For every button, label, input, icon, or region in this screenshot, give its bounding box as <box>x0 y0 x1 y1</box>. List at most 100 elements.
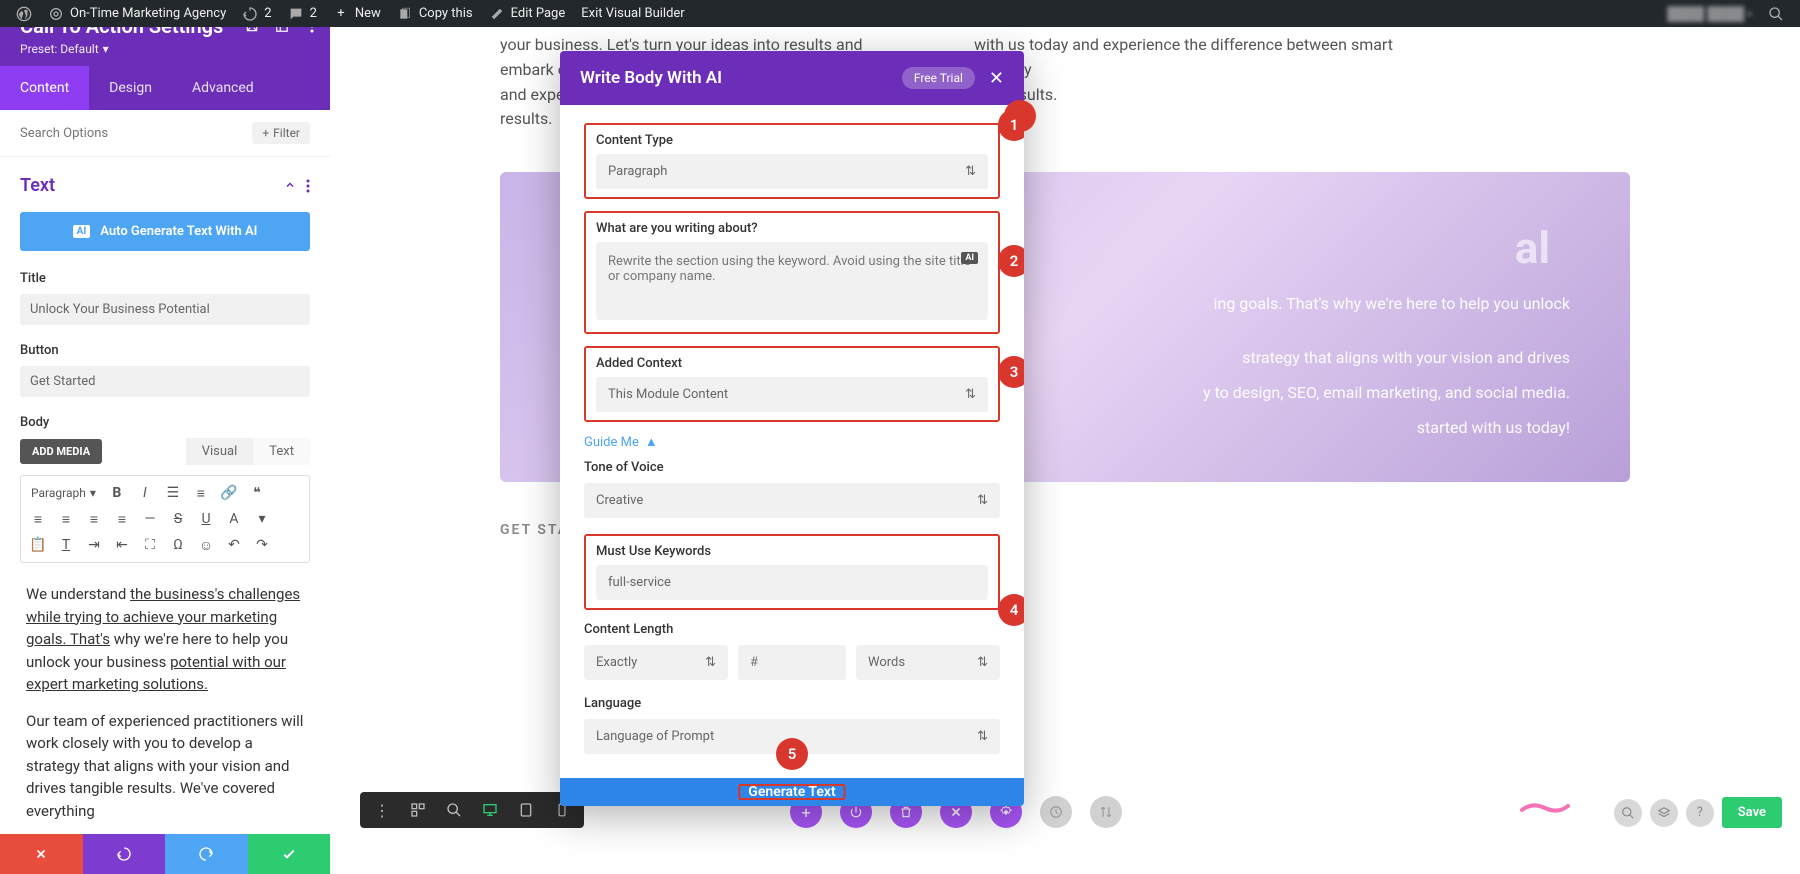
content-type-label: Content Type <box>596 133 988 148</box>
section-title: Text <box>20 175 55 196</box>
search-input[interactable] <box>20 126 252 141</box>
preset-selector[interactable]: Preset: Default▾ <box>20 42 310 56</box>
page-save-button[interactable]: Save <box>1722 797 1782 828</box>
free-trial-button[interactable]: Free Trial <box>902 67 975 89</box>
added-context-select[interactable]: This Module Content⇅ <box>596 377 988 412</box>
search-bar: +Filter <box>0 110 330 157</box>
annotation-badge-4: 4 <box>998 594 1024 626</box>
body-editor[interactable]: We understand the business's challenges … <box>20 573 310 834</box>
new-content[interactable]: +New <box>325 0 389 27</box>
quote-icon[interactable]: ❝ <box>246 482 268 504</box>
ul-icon[interactable]: ☰ <box>162 482 184 504</box>
redo-icon[interactable]: ↷ <box>251 534 273 556</box>
save-button[interactable] <box>248 834 331 874</box>
content-type-field: 1 Content Type Paragraph⇅ <box>584 123 1000 199</box>
user-profile[interactable]: ████ ████ ▪ <box>1659 0 1760 27</box>
align-justify-icon[interactable]: ≡ <box>111 508 133 530</box>
italic-icon[interactable]: I <box>134 482 156 504</box>
align-right-icon[interactable]: ≡ <box>83 508 105 530</box>
text-tab[interactable]: Text <box>253 438 310 465</box>
desktop-icon[interactable] <box>476 796 504 824</box>
ai-badge: AI <box>73 225 91 238</box>
sidebar-footer <box>0 834 330 874</box>
search-icon[interactable] <box>1760 0 1792 27</box>
align-center-icon[interactable]: ≡ <box>55 508 77 530</box>
tone-label: Tone of Voice <box>584 460 1000 475</box>
copy-this[interactable]: Copy this <box>389 0 481 27</box>
button-input[interactable] <box>20 366 310 397</box>
bold-icon[interactable]: B <box>106 482 128 504</box>
ai-chip-icon[interactable]: AI <box>961 252 978 264</box>
visual-tab[interactable]: Visual <box>186 438 254 465</box>
keywords-label: Must Use Keywords <box>596 544 988 559</box>
keywords-input[interactable] <box>596 565 988 600</box>
text-color-icon[interactable]: A <box>223 508 245 530</box>
bar-more-icon[interactable]: ⋮ <box>368 796 396 824</box>
length-number-input[interactable] <box>738 645 846 680</box>
length-label: Content Length <box>584 622 1000 637</box>
modal-close-icon[interactable]: ✕ <box>989 68 1004 89</box>
zoom-icon[interactable] <box>440 796 468 824</box>
indent-icon[interactable]: ⇥ <box>83 534 105 556</box>
tab-content[interactable]: Content <box>0 66 89 110</box>
collapse-icon[interactable] <box>284 179 296 193</box>
right-search-icon[interactable] <box>1614 799 1642 827</box>
add-media-button[interactable]: ADD MEDIA <box>20 439 102 464</box>
undo-button[interactable] <box>83 834 166 874</box>
guide-me-link[interactable]: Guide Me▲ <box>584 434 1000 450</box>
added-context-field: 3 Added Context This Module Content⇅ <box>584 346 1000 422</box>
tone-select[interactable]: Creative⇅ <box>584 483 1000 518</box>
discard-button[interactable] <box>0 834 83 874</box>
clear-icon[interactable]: T <box>55 534 77 556</box>
color-chevron-icon[interactable]: ▾ <box>251 508 273 530</box>
content-type-select[interactable]: Paragraph⇅ <box>596 154 988 189</box>
annotation-badge-1: 1 <box>998 109 1024 141</box>
site-name[interactable]: On-Time Marketing Agency <box>40 0 234 27</box>
annotation-badge-5: 5 <box>776 738 808 770</box>
history-button[interactable] <box>1040 796 1072 828</box>
modal-title: Write Body With AI <box>580 68 722 88</box>
device-preview-bar: ⋮ <box>360 792 584 828</box>
edit-page[interactable]: Edit Page <box>481 0 574 27</box>
writing-about-field: 2 What are you writing about? Rewrite th… <box>584 211 1000 334</box>
outdent-icon[interactable]: ⇤ <box>111 534 133 556</box>
swap-button[interactable] <box>1090 796 1122 828</box>
line-icon[interactable]: — <box>139 508 161 530</box>
generate-text-button[interactable]: Generate Text <box>560 778 1024 806</box>
length-unit-select[interactable]: Words⇅ <box>856 645 1000 680</box>
undo-icon[interactable]: ↶ <box>223 534 245 556</box>
revisions[interactable]: 2 <box>234 0 279 27</box>
title-input[interactable] <box>20 294 310 325</box>
link-icon[interactable]: 🔗 <box>218 482 240 504</box>
paste-icon[interactable]: 📋 <box>27 534 49 556</box>
auto-generate-ai-button[interactable]: AIAuto Generate Text With AI <box>20 212 310 251</box>
fullscreen-icon[interactable]: ⛶ <box>139 534 161 556</box>
special-char-icon[interactable]: Ω <box>167 534 189 556</box>
tab-advanced[interactable]: Advanced <box>172 66 274 110</box>
writing-about-textarea[interactable]: Rewrite the section using the keyword. A… <box>596 242 988 320</box>
comments[interactable]: 2 <box>280 0 325 27</box>
section-more-icon[interactable] <box>306 179 310 193</box>
wp-logo[interactable] <box>8 0 40 27</box>
wireframe-icon[interactable] <box>404 796 432 824</box>
emoji-icon[interactable]: ☺ <box>195 534 217 556</box>
decorative-wave <box>1520 800 1570 814</box>
format-select[interactable]: Paragraph▾ <box>27 484 100 502</box>
ai-modal: Write Body With AI Free Trial ✕ 1 1 Cont… <box>560 51 1024 806</box>
align-left-icon[interactable]: ≡ <box>27 508 49 530</box>
annotation-badge-3: 3 <box>998 356 1024 388</box>
underline-icon[interactable]: U <box>195 508 217 530</box>
ol-icon[interactable]: ≡ <box>190 482 212 504</box>
redo-button[interactable] <box>165 834 248 874</box>
strike-icon[interactable]: S <box>167 508 189 530</box>
layers-icon[interactable] <box>1650 799 1678 827</box>
exit-visual-builder[interactable]: Exit Visual Builder <box>573 0 692 27</box>
body-label: Body <box>20 415 310 430</box>
tab-design[interactable]: Design <box>89 66 172 110</box>
wp-admin-bar: On-Time Marketing Agency 2 2 +New Copy t… <box>0 0 1800 27</box>
filter-button[interactable]: +Filter <box>252 122 310 144</box>
tablet-icon[interactable] <box>512 796 540 824</box>
help-icon[interactable]: ? <box>1686 799 1714 827</box>
title-label: Title <box>20 271 310 286</box>
length-mode-select[interactable]: Exactly⇅ <box>584 645 728 680</box>
